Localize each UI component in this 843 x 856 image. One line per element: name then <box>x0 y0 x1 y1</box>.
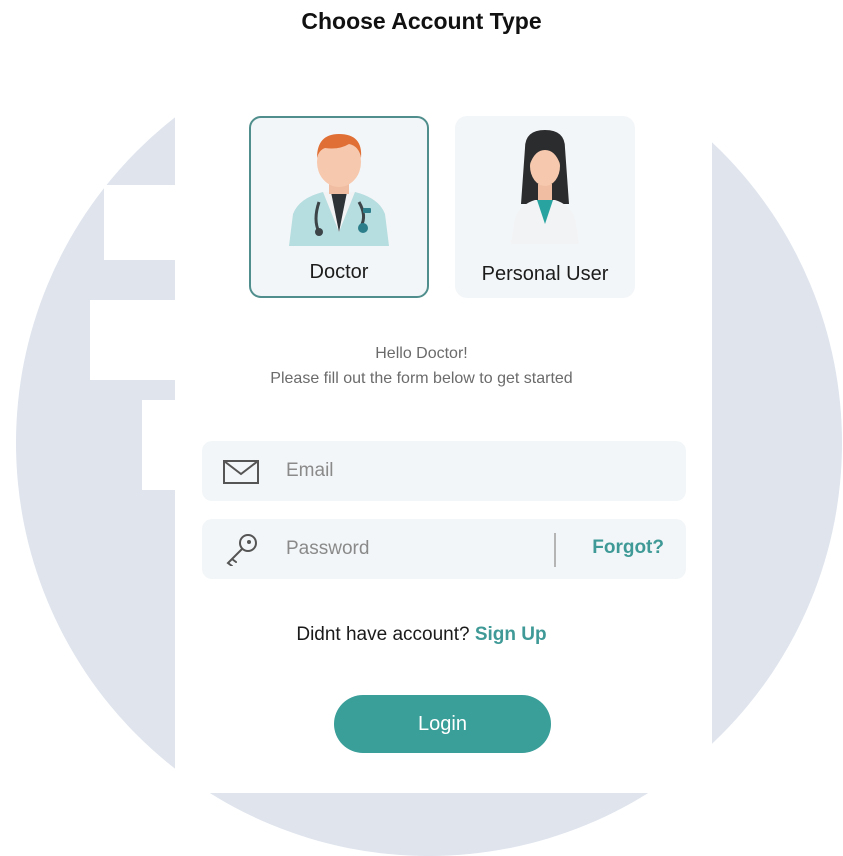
account-type-doctor-card[interactable]: Doctor <box>249 116 429 298</box>
key-icon <box>226 534 257 566</box>
account-type-label: Personal User <box>481 263 609 285</box>
signup-link[interactable]: Sign Up <box>475 624 547 645</box>
background-shape <box>104 185 184 260</box>
account-type-personal-user-card[interactable]: Personal User <box>455 116 635 298</box>
account-type-label: Doctor <box>309 261 369 283</box>
password-field[interactable]: Forgot? <box>202 519 686 579</box>
greeting-subtitle: Please fill out the form below to get st… <box>270 370 573 387</box>
login-button[interactable]: Login <box>334 695 551 753</box>
greeting-title: Hello Doctor! <box>375 345 468 362</box>
doctor-avatar-icon <box>289 134 389 246</box>
forgot-password-link[interactable]: Forgot? <box>592 537 664 559</box>
signup-row: Didnt have account? Sign Up <box>0 624 843 646</box>
page-title: Choose Account Type <box>301 8 542 34</box>
personal-user-avatar-icon <box>511 130 579 244</box>
email-input[interactable] <box>286 441 536 501</box>
envelope-icon <box>223 460 259 484</box>
email-field[interactable] <box>202 441 686 501</box>
signup-prompt: Didnt have account? <box>296 624 470 645</box>
password-input[interactable] <box>286 519 536 579</box>
field-divider <box>554 533 556 567</box>
